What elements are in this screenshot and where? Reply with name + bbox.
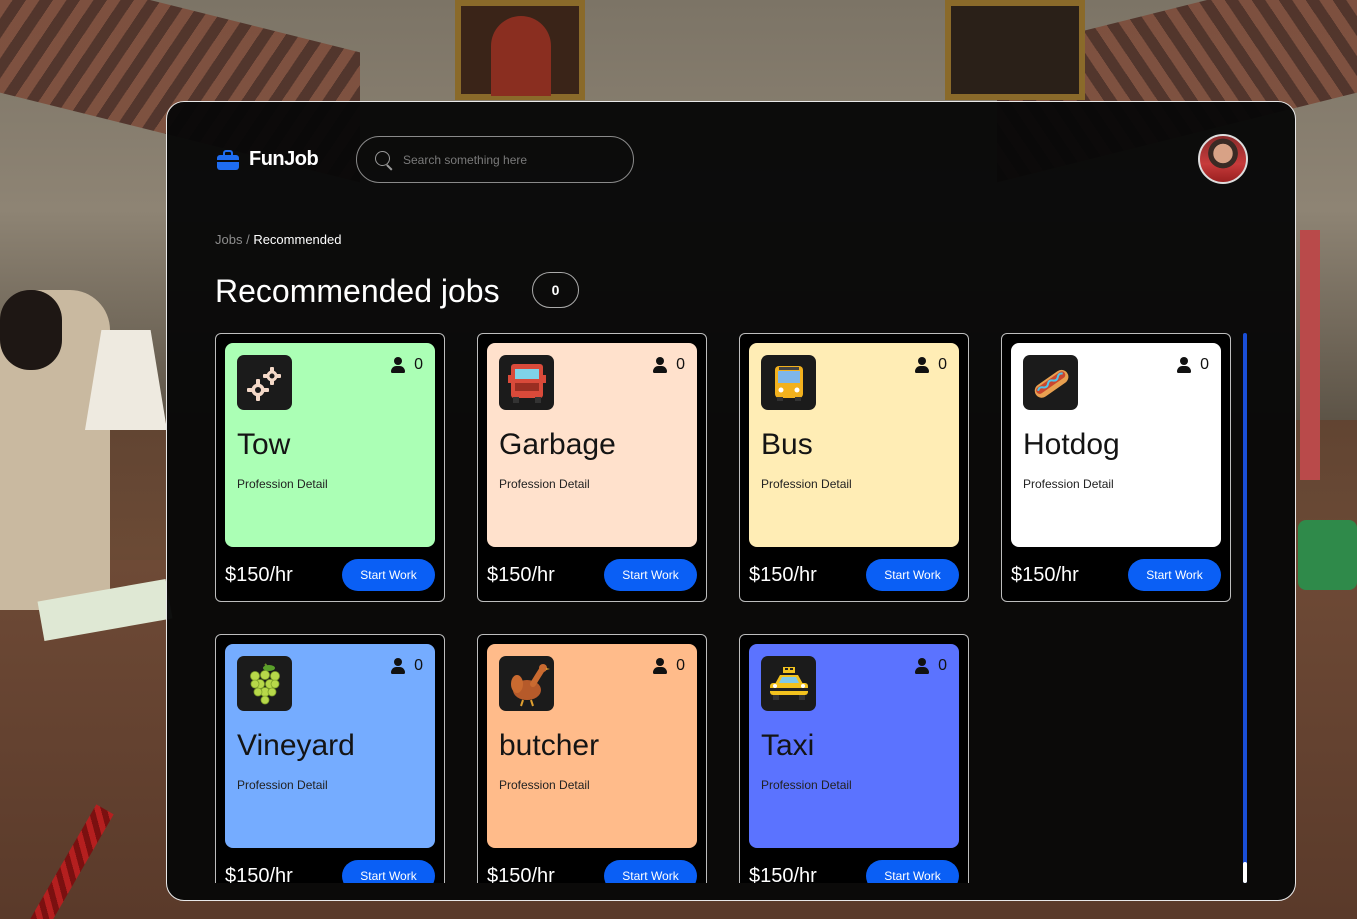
job-name: Taxi — [761, 729, 815, 762]
jobs-grid: 0 Tow Profession Detail $150/hr Start Wo… — [215, 333, 1235, 883]
search-icon — [375, 150, 393, 170]
hotdog-icon — [1023, 355, 1078, 410]
start-work-button[interactable]: Start Work — [342, 559, 435, 591]
worker-count-value: 0 — [676, 356, 685, 373]
search-bar[interactable] — [356, 136, 634, 183]
start-work-button[interactable]: Start Work — [866, 860, 959, 883]
breadcrumb-root[interactable]: Jobs — [215, 232, 242, 247]
worker-count-value: 0 — [414, 356, 423, 373]
job-name: Tow — [237, 428, 291, 461]
grapes-icon — [237, 656, 292, 711]
job-price: $150/hr — [1011, 564, 1079, 586]
job-card-vineyard: 0 Vineyard Profession Detail $150/hr Sta… — [215, 634, 445, 883]
header: FunJob — [167, 102, 1295, 222]
background-painting-left — [455, 0, 585, 100]
worker-count: 0 — [390, 356, 423, 374]
breadcrumb: Jobs / Recommended — [215, 232, 341, 247]
job-price: $150/hr — [749, 865, 817, 883]
worker-count-value: 0 — [676, 657, 685, 674]
person-icon — [914, 658, 930, 674]
person-icon — [390, 658, 406, 674]
job-card-body: 0 Garbage Profession Detail — [487, 343, 697, 547]
turkey-icon — [499, 656, 554, 711]
funjob-panel: FunJob Jobs / Recommended Recommended jo… — [166, 101, 1296, 901]
job-card-body: 0 Hotdog Profession Detail — [1011, 343, 1221, 547]
profession-detail: Profession Detail — [237, 778, 328, 792]
worker-count-value: 0 — [938, 657, 947, 674]
profession-detail: Profession Detail — [499, 477, 590, 491]
job-count-badge: 0 — [532, 272, 579, 308]
person-icon — [652, 658, 668, 674]
page-title: Recommended jobs — [215, 273, 500, 309]
gears-icon — [237, 355, 292, 410]
briefcase-icon — [217, 149, 239, 170]
job-price: $150/hr — [487, 865, 555, 883]
profession-detail: Profession Detail — [761, 477, 852, 491]
profession-detail: Profession Detail — [1023, 477, 1114, 491]
breadcrumb-separator: / — [242, 232, 254, 247]
job-name: butcher — [499, 729, 600, 762]
job-price: $150/hr — [487, 564, 555, 586]
garbage-truck-icon — [499, 355, 554, 410]
profession-detail: Profession Detail — [499, 778, 590, 792]
job-card-taxi: 0 Taxi Profession Detail $150/hr Start W… — [739, 634, 969, 883]
job-name: Hotdog — [1023, 428, 1120, 461]
bus-icon — [761, 355, 816, 410]
person-icon — [652, 357, 668, 373]
background-flag — [1300, 230, 1320, 480]
person-icon — [914, 357, 930, 373]
person-icon — [1176, 357, 1192, 373]
job-name: Garbage — [499, 428, 616, 461]
user-avatar[interactable] — [1198, 134, 1248, 184]
job-card-body: 0 Vineyard Profession Detail — [225, 644, 435, 848]
job-card-body: 0 Bus Profession Detail — [749, 343, 959, 547]
start-work-button[interactable]: Start Work — [342, 860, 435, 883]
profession-detail: Profession Detail — [237, 477, 328, 491]
search-input[interactable] — [403, 152, 613, 167]
job-card-bus: 0 Bus Profession Detail $150/hr Start Wo… — [739, 333, 969, 602]
worker-count: 0 — [914, 356, 947, 374]
worker-count: 0 — [652, 657, 685, 675]
start-work-button[interactable]: Start Work — [604, 860, 697, 883]
job-card-hotdog: 0 Hotdog Profession Detail $150/hr Start… — [1001, 333, 1231, 602]
start-work-button[interactable]: Start Work — [1128, 559, 1221, 591]
job-card-butcher: 0 butcher Profession Detail $150/hr Star… — [477, 634, 707, 883]
start-work-button[interactable]: Start Work — [866, 559, 959, 591]
logo: FunJob — [217, 148, 319, 171]
background-character-head — [0, 290, 62, 370]
scrollbar-track[interactable] — [1243, 333, 1247, 883]
scrollbar-thumb[interactable] — [1243, 862, 1247, 883]
worker-count-value: 0 — [1200, 356, 1209, 373]
worker-count-value: 0 — [414, 657, 423, 674]
app-name: FunJob — [249, 148, 319, 170]
job-card-body: 0 Taxi Profession Detail — [749, 644, 959, 848]
job-name: Bus — [761, 428, 813, 461]
job-card-body: 0 butcher Profession Detail — [487, 644, 697, 848]
worker-count-value: 0 — [938, 356, 947, 373]
worker-count: 0 — [652, 356, 685, 374]
job-name: Vineyard — [237, 729, 355, 762]
person-icon — [390, 357, 406, 373]
job-card-body: 0 Tow Profession Detail — [225, 343, 435, 547]
job-card-tow: 0 Tow Profession Detail $150/hr Start Wo… — [215, 333, 445, 602]
job-card-garbage: 0 Garbage Profession Detail $150/hr Star… — [477, 333, 707, 602]
worker-count: 0 — [390, 657, 423, 675]
job-price: $150/hr — [749, 564, 817, 586]
breadcrumb-current: Recommended — [253, 232, 342, 247]
taxi-icon — [761, 656, 816, 711]
profession-detail: Profession Detail — [761, 778, 852, 792]
job-price: $150/hr — [225, 564, 293, 586]
worker-count: 0 — [1176, 356, 1209, 374]
job-price: $150/hr — [225, 865, 293, 883]
start-work-button[interactable]: Start Work — [604, 559, 697, 591]
worker-count: 0 — [914, 657, 947, 675]
background-painting-right — [945, 0, 1085, 100]
background-green-lamp — [1298, 520, 1357, 590]
